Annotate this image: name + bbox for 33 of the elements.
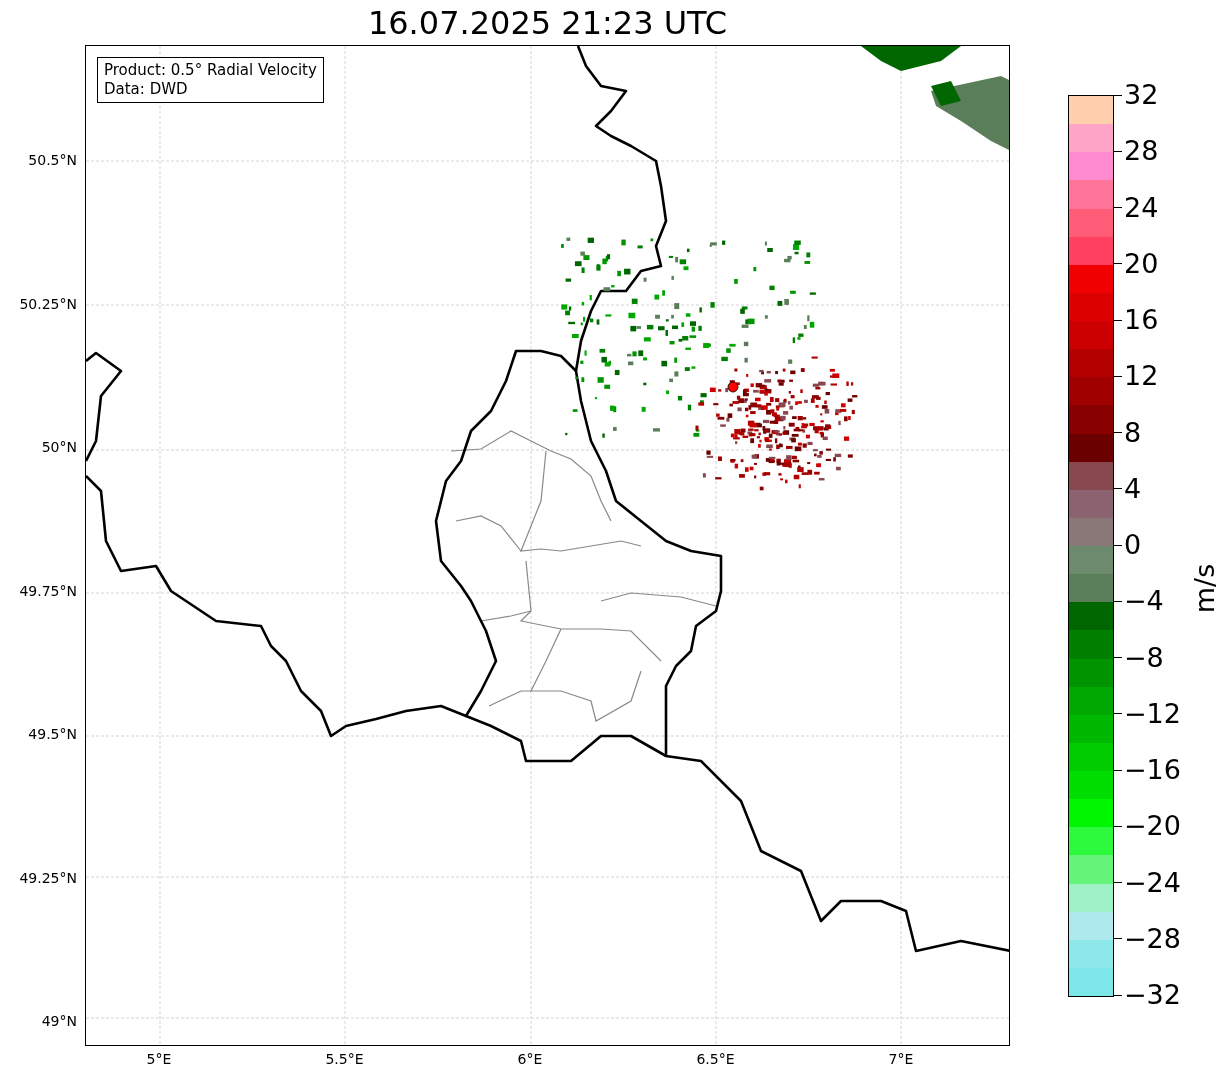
longitude-label: 7°E [888, 1052, 914, 1066]
latitude-label: 49.25°N [19, 870, 77, 885]
latitude-label: 49.75°N [19, 583, 77, 598]
colorbar-tick-label: −12 [1124, 697, 1181, 730]
colorbar-tick-label: 16 [1124, 304, 1159, 336]
latitude-label: 49°N [41, 1014, 77, 1028]
colorbar-unit-label: m/s [1191, 563, 1219, 614]
colorbar-tick-label: −32 [1124, 979, 1181, 1011]
colorbar-tick-label: −28 [1124, 922, 1181, 955]
colorbar-tick-label: 28 [1124, 135, 1159, 168]
colorbar-tick-label: 24 [1124, 191, 1159, 224]
colorbar-tick-label: 32 [1124, 79, 1159, 111]
longitude-label: 6°E [517, 1052, 543, 1066]
longitude-label: 5.5°E [325, 1052, 364, 1066]
colorbar-tick-label: −24 [1124, 866, 1181, 899]
colorbar-tick-label: −16 [1124, 754, 1181, 786]
colorbar-tick-label: −20 [1124, 810, 1181, 843]
colorbar-tick-label: −4 [1124, 585, 1164, 618]
colorbar-tick-label: 4 [1124, 472, 1142, 505]
legend-text: Product: 0.5° Radial Velocity [104, 61, 317, 80]
latitude-label: 50.5°N [28, 153, 77, 167]
legend-text: Data: DWD [104, 80, 189, 99]
latitude-label: 50°N [41, 440, 77, 454]
longitude-label: 6.5°E [696, 1052, 735, 1066]
colorbar-tick-label: 0 [1124, 529, 1142, 561]
colorbar-tick-label: 20 [1124, 247, 1159, 280]
colorbar-tick-label: −8 [1124, 641, 1164, 674]
chart-title: 16.07.2025 21:23 UTC [367, 6, 728, 39]
latitude-label: 49.5°N [28, 727, 77, 741]
latitude-label: 50.25°N [19, 296, 77, 311]
colorbar-tick-label: 8 [1124, 416, 1142, 449]
colorbar-tick-label: 12 [1124, 360, 1159, 393]
longitude-label: 5°E [146, 1052, 172, 1066]
